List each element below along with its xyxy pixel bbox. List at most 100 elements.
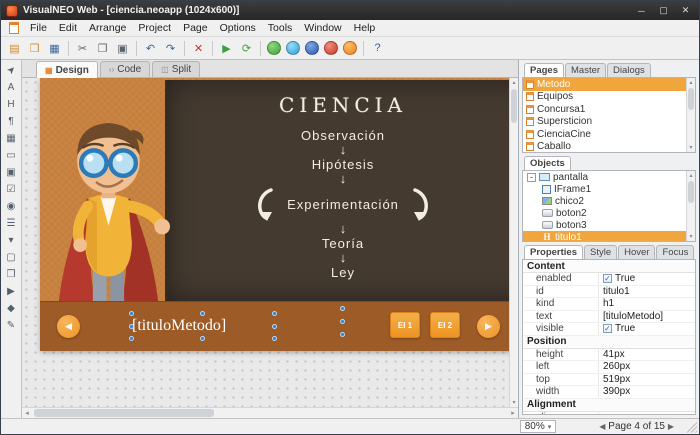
property-value[interactable]: 390px xyxy=(599,386,695,398)
property-value[interactable]: 519px xyxy=(599,374,695,386)
browser-preview-3-icon[interactable] xyxy=(305,41,319,55)
tab-objects[interactable]: Objects xyxy=(524,156,571,170)
edit-tool[interactable]: ✎ xyxy=(3,317,20,333)
nav-prev-button[interactable]: ◀ xyxy=(57,315,80,338)
refresh-button[interactable]: ⟳ xyxy=(237,39,256,58)
property-value[interactable] xyxy=(599,412,695,415)
canvas-horizontal-scrollbar[interactable]: ◂ ▸ xyxy=(22,407,518,418)
copy-button[interactable]: ❐ xyxy=(93,39,112,58)
browser-preview-5-icon[interactable] xyxy=(343,41,357,55)
tab-properties[interactable]: Properties xyxy=(524,245,583,259)
tab-hover[interactable]: Hover xyxy=(618,245,656,259)
tree-item-boton2[interactable]: boton2 xyxy=(523,207,686,219)
menu-item-project[interactable]: Project xyxy=(132,21,177,35)
selection-handle[interactable] xyxy=(200,311,205,316)
page-list-item[interactable]: Equipos xyxy=(523,91,686,104)
scroll-up-icon[interactable]: ▴ xyxy=(510,78,518,87)
selection-handle[interactable] xyxy=(272,336,277,341)
save-button[interactable]: ▦ xyxy=(45,39,64,58)
browser-preview-4-icon[interactable] xyxy=(324,41,338,55)
undo-button[interactable]: ↶ xyxy=(141,39,160,58)
property-value[interactable]: [tituloMetodo] xyxy=(599,311,695,323)
radio-tool[interactable]: ◉ xyxy=(3,198,20,214)
objects-scrollbar[interactable]: ▴ ▾ xyxy=(686,171,695,241)
tab-style[interactable]: Style xyxy=(584,245,618,259)
maximize-button[interactable]: ▢ xyxy=(655,4,672,18)
scroll-up-icon[interactable]: ▴ xyxy=(687,171,695,180)
tree-item-chico2[interactable]: chico2 xyxy=(523,195,686,207)
vertical-scroll-thumb[interactable] xyxy=(688,88,694,110)
selection-handle[interactable] xyxy=(129,336,134,341)
tab-master[interactable]: Master xyxy=(565,63,607,77)
input-tool[interactable]: ▣ xyxy=(3,164,20,180)
tab-focus[interactable]: Focus xyxy=(656,245,695,259)
selection-handle[interactable] xyxy=(129,311,134,316)
browser-preview-2-icon[interactable] xyxy=(286,41,300,55)
property-value[interactable]: ✓ True xyxy=(599,323,695,335)
page-design[interactable]: CIENCIA Observación ↓ Hipótesis ↓ Experi… xyxy=(40,78,518,351)
selection-handle[interactable] xyxy=(272,311,277,316)
selection-handle[interactable] xyxy=(129,324,134,329)
tree-item-pantalla[interactable]: - pantalla xyxy=(523,171,686,183)
section-position[interactable]: Position xyxy=(523,335,695,349)
tab-dialogs[interactable]: Dialogs xyxy=(607,63,651,77)
property-value[interactable]: titulo1 xyxy=(599,286,695,298)
property-value[interactable]: 41px xyxy=(599,349,695,361)
chalkboard-iframe[interactable]: CIENCIA Observación ↓ Hipótesis ↓ Experi… xyxy=(165,80,518,301)
media-tool[interactable]: ▶ xyxy=(3,283,20,299)
checkbox-checked-icon[interactable]: ✓ xyxy=(603,324,612,334)
page-list-item[interactable]: Concursa1 xyxy=(523,103,686,116)
menu-item-arrange[interactable]: Arrange xyxy=(83,21,132,35)
pages-scrollbar[interactable]: ▴ ▾ xyxy=(686,78,695,152)
checkbox-tool[interactable]: ☑ xyxy=(3,181,20,197)
resize-grip[interactable] xyxy=(685,420,697,433)
zoom-select[interactable]: 80% ▾ xyxy=(519,420,557,433)
new-page-button[interactable]: ▤ xyxy=(5,39,24,58)
next-page-button[interactable]: ▶ xyxy=(665,422,677,431)
page-list-item[interactable]: Caballo xyxy=(523,141,686,152)
page-list-item[interactable]: Supersticion xyxy=(523,116,686,129)
tab-design[interactable]: ▦ Design xyxy=(36,61,98,78)
listbox-tool[interactable]: ☰ xyxy=(3,215,20,231)
paste-button[interactable]: ▣ xyxy=(113,39,132,58)
redo-button[interactable]: ↷ xyxy=(161,39,180,58)
run-preview-button[interactable]: ▶ xyxy=(217,39,236,58)
iframe-tool[interactable]: ❒ xyxy=(3,266,20,282)
boton2-element[interactable]: El 1 xyxy=(390,312,420,338)
menu-item-page[interactable]: Page xyxy=(177,21,214,35)
canvas-vertical-scrollbar[interactable]: ▴ ▾ xyxy=(509,78,518,407)
image-tool[interactable]: ▦ xyxy=(3,130,20,146)
heading-tool[interactable]: H xyxy=(3,96,20,112)
menu-item-file[interactable]: File xyxy=(24,21,53,35)
browser-preview-1-icon[interactable] xyxy=(267,41,281,55)
titulo-heading-element[interactable]: [tituloMetodo] xyxy=(129,311,277,341)
design-canvas-viewport[interactable]: CIENCIA Observación ↓ Hipótesis ↓ Experi… xyxy=(22,78,518,407)
scroll-up-icon[interactable]: ▴ xyxy=(687,78,695,87)
selection-handle[interactable] xyxy=(200,336,205,341)
shape-tool[interactable]: ◆ xyxy=(3,300,20,316)
close-button[interactable]: ✕ xyxy=(677,4,694,18)
property-value[interactable]: 260px xyxy=(599,361,695,373)
page-list-item[interactable]: CienciaCine xyxy=(523,128,686,141)
selection-handle[interactable] xyxy=(272,324,277,329)
property-value[interactable]: ✓ True xyxy=(599,273,695,285)
checkbox-checked-icon[interactable]: ✓ xyxy=(603,274,612,284)
menu-item-edit[interactable]: Edit xyxy=(53,21,83,35)
tree-expander-icon[interactable]: - xyxy=(527,172,536,182)
scroll-down-icon[interactable]: ▾ xyxy=(687,232,695,241)
menu-item-help[interactable]: Help xyxy=(348,21,382,35)
tree-item-iframe1[interactable]: IFrame1 xyxy=(523,183,686,195)
text-tool[interactable]: A xyxy=(3,79,20,95)
tab-split[interactable]: ◫ Split xyxy=(152,61,201,77)
boton3-element[interactable]: El 2 xyxy=(430,312,460,338)
paragraph-tool[interactable]: ¶ xyxy=(3,113,20,129)
open-project-button[interactable]: ❒ xyxy=(25,39,44,58)
delete-button[interactable]: ✕ xyxy=(189,39,208,58)
container-tool[interactable]: ▢ xyxy=(3,249,20,265)
combobox-tool[interactable]: ▾ xyxy=(3,232,20,248)
vertical-scroll-thumb[interactable] xyxy=(688,181,694,203)
tab-pages[interactable]: Pages xyxy=(524,63,564,77)
horizontal-scroll-thumb[interactable] xyxy=(34,409,214,417)
prev-page-button[interactable]: ◀ xyxy=(596,422,608,431)
scroll-left-icon[interactable]: ◂ xyxy=(22,408,32,418)
